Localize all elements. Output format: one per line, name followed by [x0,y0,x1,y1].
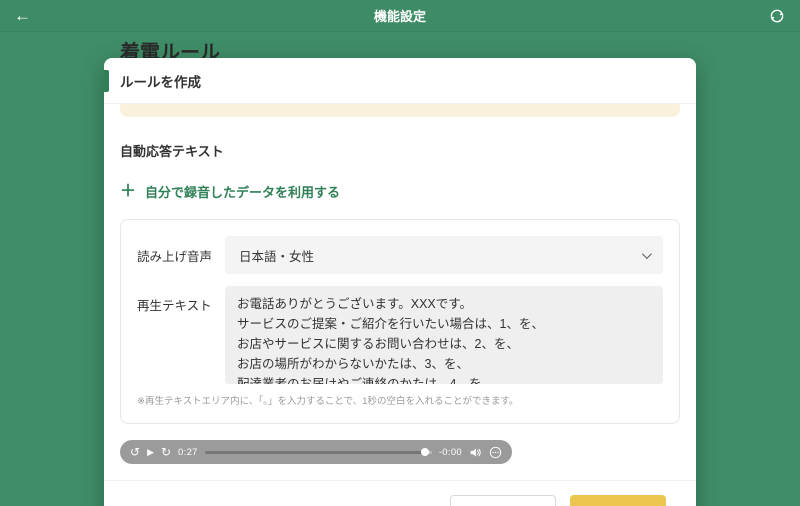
save-button[interactable]: 保存 [570,495,666,506]
playback-text-input[interactable]: お電話ありがとうございます。XXXです。 サービスのご提案・ご紹介を行いたい場合… [225,286,663,384]
remaining-time: -0:00 [439,447,462,458]
scrolled-section-remnant [120,104,680,117]
skip-forward-icon[interactable]: ↻ [161,446,171,458]
cancel-button[interactable]: キャンセル [450,495,556,506]
modal-header: ルールを作成 [104,58,696,104]
audio-player: ↺ ▶ ↻ 0:27 -0:00 [120,440,512,464]
seek-fill [205,451,425,454]
accent-bar [104,70,109,92]
play-icon[interactable]: ▶ [147,448,154,457]
modal-content: 自動応答テキスト ＋ 自分で録音したデータを利用する 読み上げ音声 日本語・女性… [104,104,696,506]
playback-text-label: 再生テキスト [137,286,225,314]
skip-back-icon[interactable]: ↺ [130,446,140,458]
auto-answer-section-label: 自動応答テキスト [120,141,680,160]
use-own-recording-label: 自分で録音したデータを利用する [145,182,340,201]
seek-knob[interactable] [421,448,429,456]
voice-row: 読み上げ音声 日本語・女性 [137,236,663,274]
modal-footer: キャンセル 保存 [104,480,696,506]
current-time: 0:27 [178,447,198,458]
voice-select[interactable]: 日本語・女性 [225,236,663,274]
voice-label: 読み上げ音声 [137,246,225,265]
tts-form-box: 読み上げ音声 日本語・女性 再生テキスト お電話ありがとうございます。XXXです… [120,219,680,424]
create-rule-modal: ルールを作成 自動応答テキスト ＋ 自分で録音したデータを利用する 読み上げ音声… [104,58,696,506]
page-title: 機能設定 [0,6,800,25]
modal-title: ルールを作成 [120,71,201,91]
back-arrow-icon[interactable]: ← [14,7,38,24]
use-own-recording-link[interactable]: ＋ 自分で録音したデータを利用する [120,182,340,201]
app-bar: ← 機能設定 [0,0,800,32]
chevron-down-icon [642,249,652,259]
playback-text-row: 再生テキスト お電話ありがとうございます。XXXです。 サービスのご提案・ご紹介… [137,286,663,384]
more-options-icon[interactable] [489,446,502,459]
voice-select-value: 日本語・女性 [239,246,314,265]
refresh-icon[interactable] [768,7,786,25]
playback-text-note: ※再生テキストエリア内に、「。」を入力することで、1秒の空白を入れることができま… [137,393,663,407]
volume-icon[interactable] [469,446,482,459]
plus-icon: ＋ [120,184,136,200]
seek-bar[interactable] [205,451,432,454]
